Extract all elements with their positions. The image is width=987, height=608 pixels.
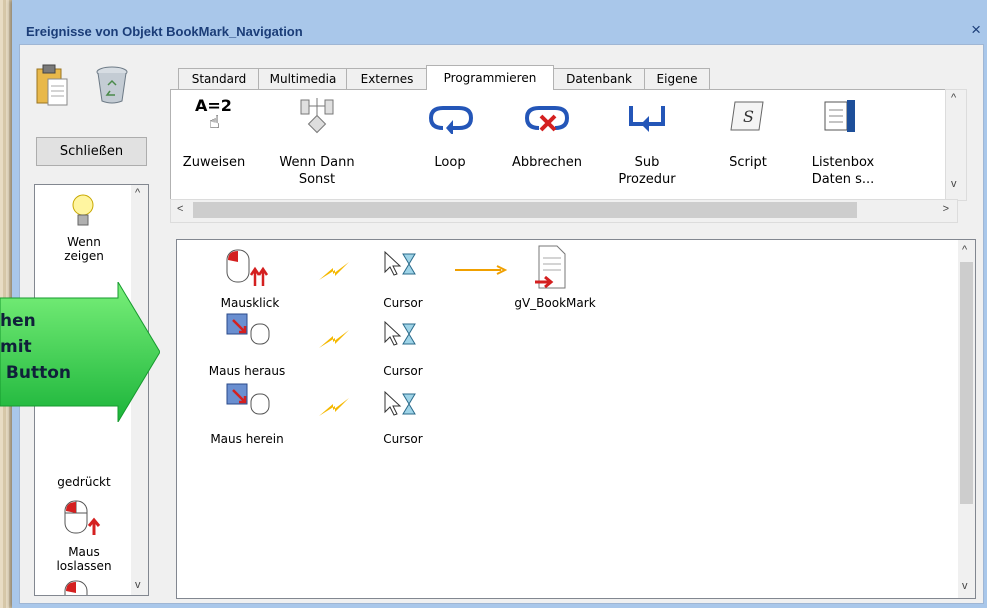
canvas-scroll-up-icon[interactable]: ^ [962, 244, 967, 256]
command-ribbon: A=2 ☝ Zuweisen Wenn Dann Sonst Loop Abbr… [170, 89, 958, 201]
bolt-icon [317, 260, 351, 289]
scroll-down-icon[interactable]: v [135, 579, 141, 591]
action-label[interactable]: Cursor [371, 296, 435, 310]
tab-eigene[interactable]: Eigene [644, 68, 710, 89]
action-label[interactable]: Cursor [371, 432, 435, 446]
bolt-icon [317, 396, 351, 425]
clipboard-icon[interactable] [34, 63, 70, 112]
mouse-click-icon [59, 579, 103, 595]
event-canvas[interactable]: Mausklick Cursor gV_BookMark Maus heraus [176, 239, 976, 599]
close-icon[interactable]: × [971, 20, 981, 40]
list-item-pressed[interactable]: gedrückt [35, 475, 133, 489]
action-label[interactable]: Cursor [371, 364, 435, 378]
callout-text: hen mit Button [0, 311, 72, 383]
mouse-enter-icon [225, 382, 275, 421]
canvas-scrollbar[interactable]: ^ v [958, 240, 975, 598]
if-then-else-icon [299, 94, 335, 138]
event-name[interactable]: Maus herein [197, 432, 297, 446]
mouse-leave-icon [225, 312, 275, 351]
document-icon [533, 244, 569, 295]
ribbon-horizontal-scrollbar[interactable]: < > [170, 199, 958, 223]
mouse-up-icon [59, 499, 103, 544]
canvas-scroll-down-icon[interactable]: v [962, 580, 968, 592]
lightbulb-icon [71, 193, 95, 234]
close-button[interactable]: Schließen [36, 137, 147, 166]
mouse-click-icon [223, 248, 275, 295]
canvas-scroll-thumb[interactable] [960, 262, 973, 504]
scroll-left-icon[interactable]: < [177, 203, 183, 215]
arrow-right-icon [453, 262, 508, 280]
listbox-icon [823, 98, 857, 138]
list-item-mouse-release[interactable]: Maus loslassen [35, 545, 133, 573]
tab-multimedia[interactable]: Multimedia [258, 68, 348, 89]
ribbon-scroll-up-icon[interactable]: ^ [951, 92, 956, 104]
event-name[interactable]: Mausklick [205, 296, 295, 310]
event-name[interactable]: Maus heraus [197, 364, 297, 378]
target-label[interactable]: gV_BookMark [505, 296, 605, 310]
tab-programmieren[interactable]: Programmieren [426, 65, 554, 90]
dialog-title: Ereignisse von Objekt BookMark_Navigatio… [26, 24, 303, 39]
hourglass-cursor-icon [383, 320, 419, 353]
ribbon-scrollbar[interactable]: ^ v [945, 89, 967, 201]
hand-cursor-icon: ☝ [209, 112, 220, 133]
hourglass-cursor-icon [383, 250, 419, 283]
scroll-up-icon[interactable]: ^ [135, 187, 140, 199]
tab-standard[interactable]: Standard [178, 68, 260, 89]
ribbon-scroll-down-icon[interactable]: v [951, 178, 957, 190]
tutorial-callout: hen mit Button [0, 282, 160, 422]
loop-icon [428, 104, 474, 138]
scroll-right-icon[interactable]: > [943, 203, 949, 215]
sub-procedure-icon [627, 104, 667, 138]
script-scroll-icon: S [727, 98, 767, 138]
dialog-client: Schließen Wenn zeigen gedrückt Maus losl… [19, 44, 984, 604]
tab-externes[interactable]: Externes [346, 68, 428, 89]
scroll-thumb[interactable] [193, 202, 857, 218]
abort-loop-icon [524, 104, 570, 140]
list-item-if-show[interactable]: Wenn zeigen [35, 235, 133, 263]
recycle-bin-icon[interactable] [94, 65, 130, 110]
hourglass-cursor-icon [383, 390, 419, 423]
bolt-icon [317, 328, 351, 357]
tab-datenbank[interactable]: Datenbank [552, 68, 646, 89]
svg-text:S: S [743, 107, 754, 126]
